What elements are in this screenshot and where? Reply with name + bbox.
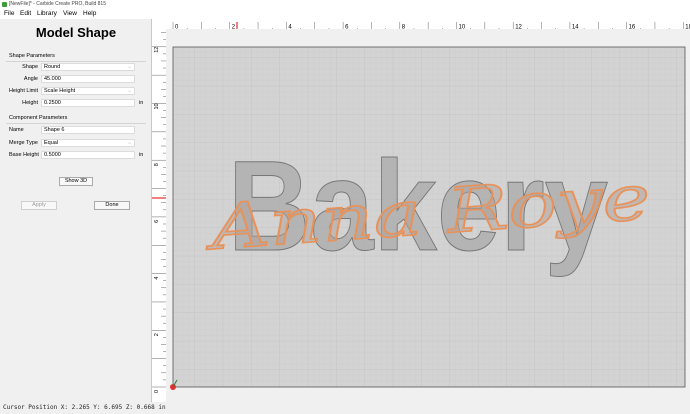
app-window: [NewFile]* - Carbide Create PRO, Build 8… [0, 0, 690, 414]
angle-label: Angle [23, 76, 38, 82]
panel-title: Model Shape [35, 25, 117, 40]
title-bar: [NewFile]* - Carbide Create PRO, Build 8… [0, 0, 690, 9]
chevron-down-icon: ⌵ [127, 64, 131, 69]
merge-type-select[interactable]: Equal ⌵ [41, 139, 135, 147]
menu-help[interactable]: Help [83, 9, 96, 19]
ruler-y-label: 0 [154, 390, 160, 393]
height-unit: in [139, 100, 144, 106]
ruler-y-label: 2 [154, 333, 160, 336]
ruler-y-label: 4 [154, 277, 160, 280]
status-bar: Cursor Position X: 2.265 Y: 6.695 Z: 0.6… [0, 402, 690, 414]
menu-file[interactable]: File [4, 9, 14, 19]
ruler-y-label: 6 [154, 220, 160, 223]
height-label: Height [22, 100, 38, 106]
show-3d-button[interactable]: Show 3D [59, 177, 93, 186]
menu-library[interactable]: Library [37, 9, 57, 19]
ruler-y-label: 8 [154, 163, 160, 166]
canvas-graphic: Bakery Anna Roye [170, 46, 686, 390]
model-shape-panel: Model Shape Shape Parameters Shape Round… [0, 19, 152, 402]
shape-parameters-heading: Shape Parameters [9, 53, 55, 59]
menu-edit[interactable]: Edit [20, 9, 31, 19]
menu-bar: File Edit Library View Help [0, 9, 690, 19]
app-icon [2, 2, 7, 7]
height-limit-select[interactable]: Scale Height ⌵ [41, 87, 135, 95]
angle-input[interactable]: 45.000 [41, 75, 135, 83]
chevron-down-icon: ⌵ [127, 140, 131, 145]
done-button[interactable]: Done [94, 201, 130, 210]
component-parameters-heading: Component Parameters [9, 115, 68, 121]
menu-view[interactable]: View [63, 9, 77, 19]
base-height-input[interactable]: 0.5000 [41, 151, 135, 159]
ruler-labels: 12 10 8 6 4 2 0 [154, 47, 160, 393]
ruler-corner [152, 19, 166, 29]
merge-type-value: Equal [44, 140, 59, 146]
base-height-label: Base Height [9, 152, 39, 158]
apply-button[interactable]: Apply [21, 201, 57, 210]
ruler-y-label: 12 [154, 47, 160, 53]
window-title: [NewFile]* - Carbide Create PRO, Build 8… [9, 1, 106, 7]
shape-value: Round [44, 64, 61, 70]
shape-label: Shape [22, 64, 38, 70]
height-input[interactable]: 0.2500 [41, 99, 135, 107]
name-label: Name [9, 127, 24, 133]
horizontal-ruler: 024681012141618 [166, 19, 690, 32]
base-height-unit: in [139, 152, 144, 158]
chevron-down-icon: ⌵ [127, 88, 131, 93]
section-divider [6, 61, 146, 62]
vertical-ruler-graphic: 12 10 8 6 4 2 0 [152, 32, 166, 393]
height-limit-value: Scale Height [44, 88, 76, 94]
ruler-y-label: 10 [154, 103, 160, 109]
shape-select[interactable]: Round ⌵ [41, 63, 135, 71]
design-canvas[interactable]: Bakery Anna Roye [166, 29, 690, 402]
vertical-ruler: 12 10 8 6 4 2 0 [152, 29, 166, 402]
section-divider [6, 123, 146, 124]
height-limit-label: Height Limit [8, 88, 38, 94]
merge-type-label: Merge Type [9, 140, 38, 146]
name-input[interactable]: Shape 6 [41, 126, 135, 134]
